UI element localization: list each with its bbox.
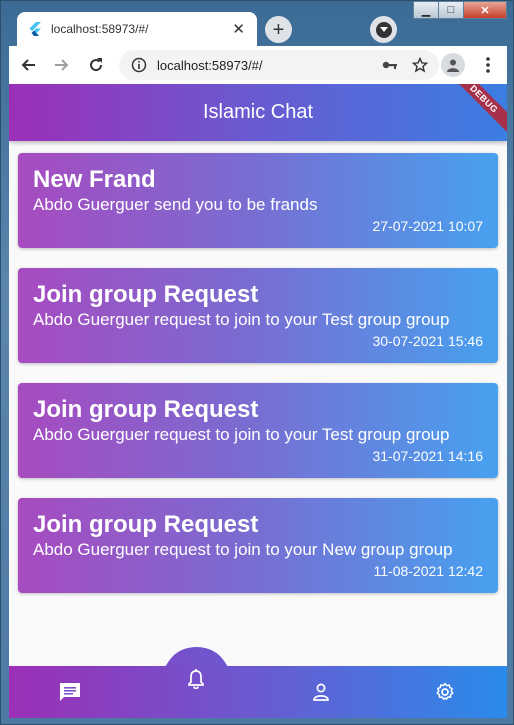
- nav-settings-button[interactable]: [433, 681, 457, 703]
- profile-avatar[interactable]: [441, 53, 465, 77]
- notification-card[interactable]: Join group Request Abdo Guerguer request…: [18, 383, 498, 478]
- chat-icon: [60, 683, 80, 701]
- nav-chat-button[interactable]: [58, 681, 82, 703]
- reload-button[interactable]: [81, 50, 111, 80]
- browser-toolbar: localhost:58973/#/: [9, 46, 507, 84]
- notification-body: Abdo Guerguer send you to be frands: [33, 195, 318, 214]
- notification-body: Abdo Guerguer request to join to your Ne…: [33, 540, 453, 559]
- notification-card[interactable]: Join group Request Abdo Guerguer request…: [18, 498, 498, 593]
- app-viewport: Islamic Chat DEBUG New Frand Abdo Guergu…: [9, 84, 507, 718]
- tab-close-icon[interactable]: ✕: [232, 20, 245, 38]
- flutter-icon: [29, 22, 41, 36]
- notification-title: Join group Request: [33, 396, 259, 423]
- reload-icon: [90, 58, 103, 72]
- close-window-button[interactable]: ✕: [463, 1, 507, 19]
- tab-title: localhost:58973/#/: [51, 22, 149, 36]
- back-button[interactable]: [13, 50, 43, 80]
- notification-title: New Frand: [33, 166, 156, 193]
- more-menu-icon[interactable]: [481, 55, 495, 75]
- back-arrow-icon: [21, 59, 35, 71]
- info-icon: [131, 57, 147, 73]
- app-title: Islamic Chat: [202, 101, 314, 123]
- address-bar[interactable]: localhost:58973/#/: [119, 50, 439, 80]
- notification-body: Abdo Guerguer request to join to your Te…: [33, 425, 450, 444]
- bell-icon: [188, 669, 204, 689]
- notification-date: 31-07-2021 14:16: [372, 448, 483, 464]
- nav-notifications-button[interactable]: [184, 667, 208, 691]
- url-text: localhost:58973/#/: [157, 57, 263, 73]
- debug-banner: DEBUG: [447, 84, 507, 136]
- minimize-button[interactable]: ▁: [413, 1, 439, 19]
- new-tab-button[interactable]: +: [265, 16, 292, 43]
- notification-card[interactable]: Join group Request Abdo Guerguer request…: [18, 268, 498, 363]
- notification-card[interactable]: New Frand Abdo Guerguer send you to be f…: [18, 153, 498, 248]
- app-bar: Islamic Chat DEBUG: [9, 84, 507, 141]
- gear-icon: [436, 682, 454, 700]
- nav-profile-button[interactable]: [309, 681, 333, 703]
- person-icon: [447, 59, 459, 72]
- forward-button[interactable]: [47, 50, 77, 80]
- browser-window: ▁ □ ✕ localhost:58973/#/ ✕ + localhost:5…: [0, 0, 514, 725]
- notification-title: Join group Request: [33, 281, 259, 308]
- browser-tab[interactable]: localhost:58973/#/ ✕: [17, 12, 257, 46]
- forward-arrow-icon: [55, 59, 69, 71]
- notification-body: Abdo Guerguer request to join to your Te…: [33, 310, 450, 329]
- notification-date: 27-07-2021 10:07: [372, 218, 483, 234]
- chevron-down-icon: [375, 21, 392, 38]
- tab-search-button[interactable]: [370, 16, 397, 43]
- notification-title: Join group Request: [33, 511, 259, 538]
- notification-date: 11-08-2021 12:42: [373, 563, 484, 579]
- notification-date: 30-07-2021 15:46: [372, 333, 483, 349]
- notification-list: New Frand Abdo Guerguer send you to be f…: [18, 153, 498, 613]
- person-icon: [313, 683, 329, 701]
- maximize-button[interactable]: □: [438, 1, 464, 19]
- bookmark-star-icon[interactable]: [409, 57, 431, 73]
- key-icon[interactable]: [379, 59, 401, 71]
- window-controls: ▁ □ ✕: [413, 1, 507, 21]
